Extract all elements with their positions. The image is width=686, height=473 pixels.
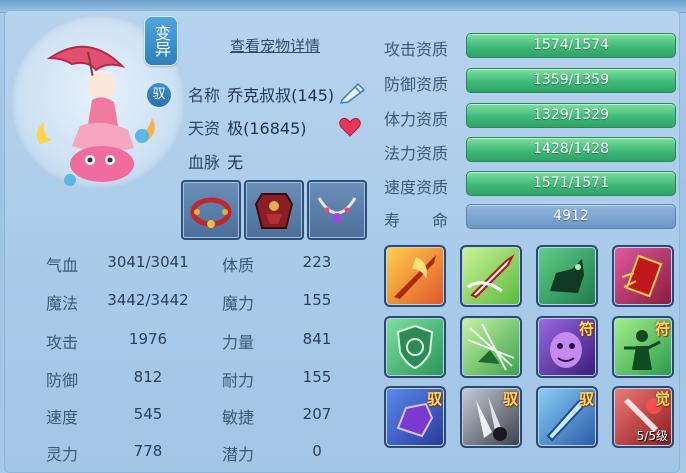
- aptitude-stamina-label: 体力资质: [384, 110, 449, 129]
- stat-strength-value: 841: [302, 330, 332, 348]
- stat-constitution-value: 223: [302, 253, 332, 271]
- stat-mp-label: 魔法: [46, 294, 79, 313]
- aptitude-attack-label: 攻击资质: [384, 40, 449, 59]
- red-seal-icon: [621, 254, 663, 298]
- skill-slot-4[interactable]: [612, 245, 674, 307]
- heart-icon[interactable]: [338, 116, 362, 138]
- skill-slot-7[interactable]: 符: [536, 316, 598, 378]
- green-beast-icon: [550, 259, 584, 293]
- skill-slot-5[interactable]: [384, 316, 446, 378]
- skill-slot-1[interactable]: [384, 245, 446, 307]
- stat-potential-label: 潜力: [222, 445, 255, 464]
- stat-strength-label: 力量: [222, 333, 255, 352]
- aptitude-speed-label: 速度资质: [384, 178, 449, 197]
- stat-potential-value: 0: [312, 442, 322, 460]
- rename-pen-icon[interactable]: [338, 80, 368, 104]
- aptitude-defense-bar: 1359/1359: [466, 68, 676, 93]
- stat-magic-label: 魔力: [222, 294, 255, 313]
- skill-10-tag: 驭: [502, 390, 518, 408]
- view-pet-details-link[interactable]: 查看宠物详情: [230, 35, 320, 56]
- lifespan-label: 寿 命: [384, 211, 449, 230]
- stat-agility-label: 敏捷: [222, 408, 255, 427]
- skill-slot-9[interactable]: 驭: [384, 386, 446, 448]
- talent-value: 极(16845): [227, 119, 307, 138]
- skill-9-tag: 驭: [426, 390, 442, 408]
- aptitude-mana-bar: 1428/1428: [466, 137, 676, 162]
- talent-row: 天资 极(16845): [188, 115, 307, 139]
- skill-12-level: 5/5级: [636, 429, 668, 443]
- transform-label: 变异: [152, 25, 171, 57]
- skill-slot-8[interactable]: 符: [612, 316, 674, 378]
- necklace-icon: [317, 197, 357, 223]
- bloodline-label: 血脉: [188, 153, 221, 172]
- transform-button[interactable]: 变异: [144, 16, 178, 66]
- stat-endurance-label: 耐力: [222, 371, 255, 390]
- skill-7-tag: 符: [578, 320, 594, 338]
- stat-constitution-label: 体质: [222, 256, 255, 275]
- name-value: 乔克叔叔(145): [227, 86, 335, 105]
- aptitude-speed-bar: 1571/1571: [466, 171, 676, 196]
- skill-11-tag: 驭: [578, 390, 594, 408]
- stat-hp-value: 3041/3041: [107, 253, 189, 271]
- stat-attack-label: 攻击: [46, 333, 79, 352]
- skill-slot-3[interactable]: [536, 245, 598, 307]
- equip-slot-armor[interactable]: [244, 180, 304, 240]
- bloodline-row: 血脉 无: [188, 149, 243, 173]
- lifespan-bar: 4912: [466, 204, 676, 229]
- aptitude-stamina-bar: 1329/1329: [466, 103, 676, 128]
- skill-slot-6[interactable]: [460, 316, 522, 378]
- green-burst-icon: [467, 323, 515, 371]
- name-row: 名称 乔克叔叔(145): [188, 82, 334, 106]
- stat-defense-value: 812: [133, 368, 163, 386]
- stat-agility-value: 207: [302, 405, 332, 423]
- flaming-sword-icon: [394, 255, 436, 299]
- shield-icon: [396, 324, 434, 370]
- skill-slot-10[interactable]: 驭: [460, 386, 522, 448]
- sword-slash-icon: [467, 254, 515, 299]
- aptitude-mana-label: 法力资质: [384, 144, 449, 163]
- ride-label: 驭: [152, 87, 166, 102]
- skill-8-tag: 符: [654, 320, 670, 338]
- stat-endurance-value: 155: [302, 368, 332, 386]
- stat-hp-label: 气血: [46, 256, 79, 275]
- ride-button[interactable]: 驭: [146, 82, 172, 108]
- stat-attack-value: 1976: [128, 330, 168, 348]
- stat-spirit-value: 778: [133, 442, 163, 460]
- aptitude-attack-bar: 1574/1574: [466, 33, 676, 58]
- skill-slot-2[interactable]: [460, 245, 522, 307]
- equip-slot-necklace[interactable]: [307, 180, 367, 240]
- bloodline-value: 无: [227, 153, 244, 172]
- stat-mp-value: 3442/3442: [107, 291, 189, 309]
- skill-slot-12[interactable]: 觉 5/5级: [612, 386, 674, 448]
- stat-speed-label: 速度: [46, 408, 79, 427]
- armor-icon: [254, 193, 294, 229]
- stat-defense-label: 防御: [46, 371, 79, 390]
- stat-magic-value: 155: [302, 291, 332, 309]
- name-label: 名称: [188, 86, 221, 105]
- skill-slot-11[interactable]: 驭: [536, 386, 598, 448]
- skill-12-tag: 觉: [654, 390, 670, 408]
- stat-spirit-label: 灵力: [46, 445, 79, 464]
- stat-speed-value: 545: [133, 405, 163, 423]
- bracelet-icon: [190, 197, 232, 228]
- talent-label: 天资: [188, 119, 221, 138]
- equip-slot-bracelet[interactable]: [181, 180, 241, 240]
- aptitude-defense-label: 防御资质: [384, 75, 449, 94]
